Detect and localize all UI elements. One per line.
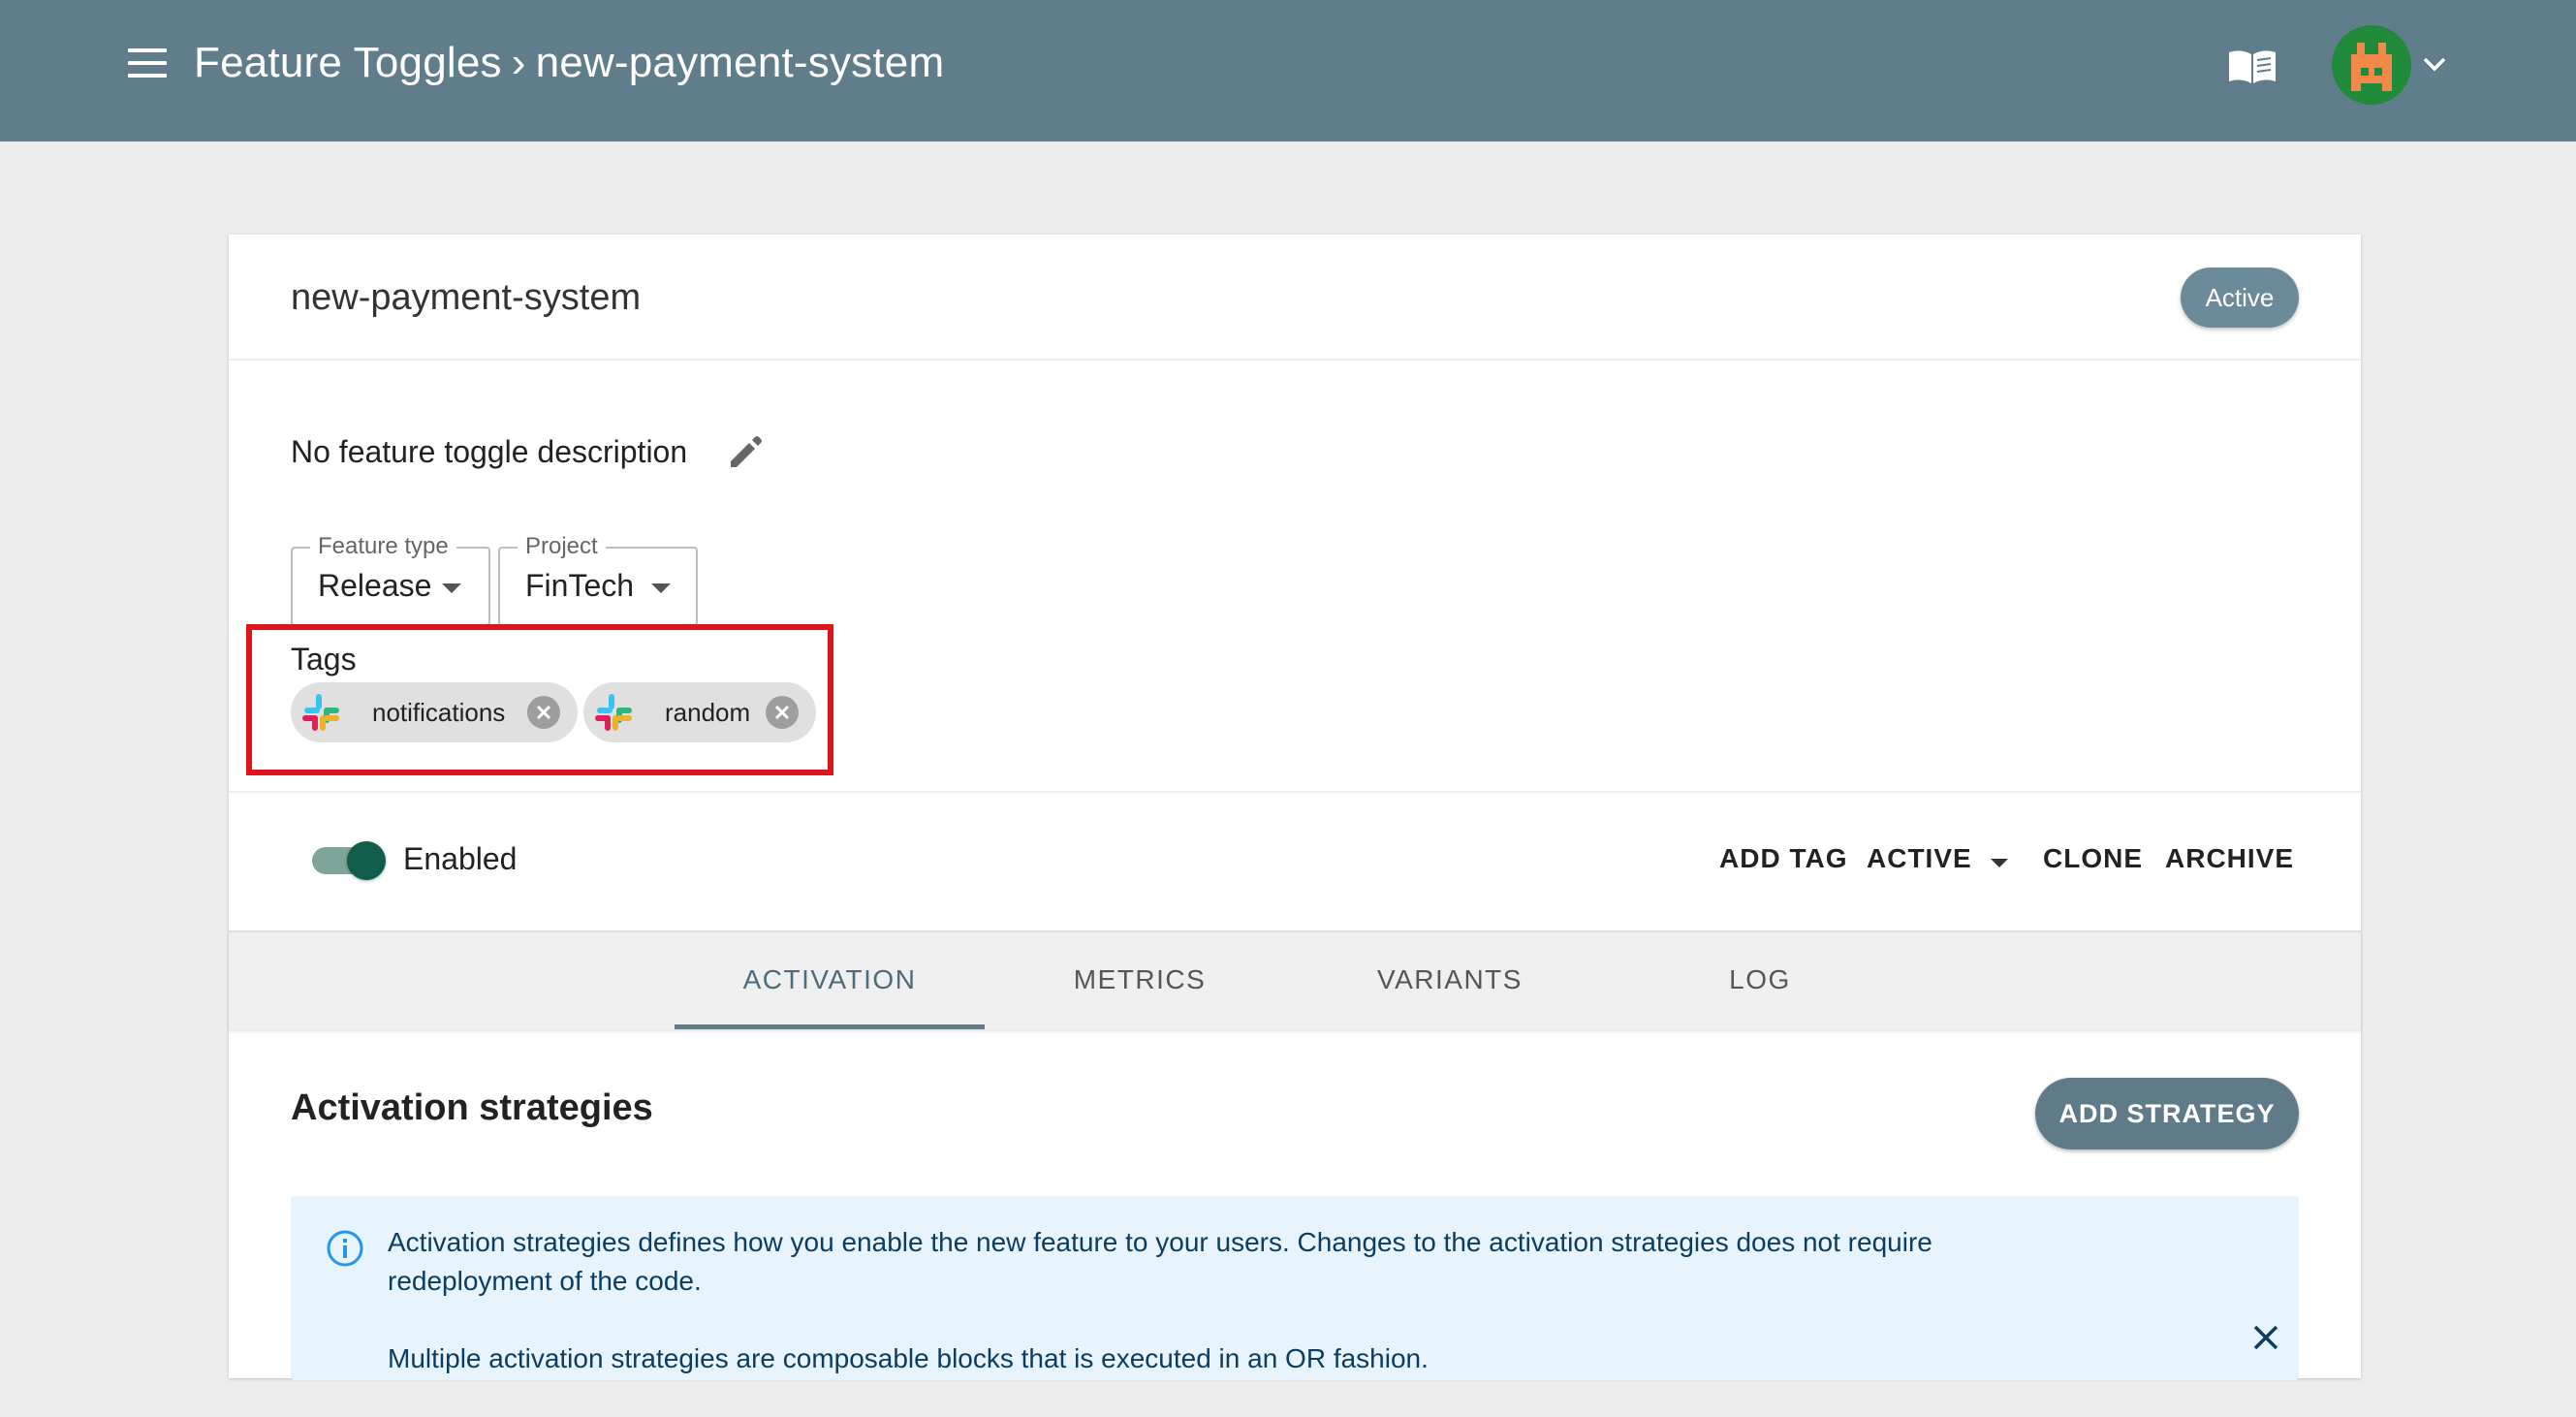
caret-down-icon: [442, 583, 461, 593]
menu-icon[interactable]: [128, 48, 167, 79]
info-line: Activation strategies defines how you en…: [388, 1227, 1932, 1296]
slack-icon: [595, 694, 632, 731]
archive-button[interactable]: ARCHIVE: [2165, 843, 2294, 874]
breadcrumb-current: new-payment-system: [535, 39, 945, 86]
breadcrumb: Feature Toggles › new-payment-system: [194, 39, 944, 87]
project-select[interactable]: Project FinTech: [498, 533, 698, 626]
slack-icon: [302, 694, 339, 731]
project-value: FinTech: [525, 568, 635, 603]
info-text: Activation strategies defines how you en…: [388, 1223, 2035, 1417]
tags-label: Tags: [291, 642, 357, 677]
feature-type-label: Feature type: [310, 533, 456, 560]
feature-description: No feature toggle description: [291, 434, 688, 469]
book-icon[interactable]: [2227, 48, 2278, 85]
info-icon: [327, 1230, 363, 1267]
add-tag-button[interactable]: ADD TAG: [1719, 843, 1847, 874]
add-strategy-button[interactable]: ADD STRATEGY: [2035, 1078, 2299, 1149]
breadcrumb-root[interactable]: Feature Toggles: [194, 39, 502, 86]
tab-bar: ACTIVATION METRICS VARIANTS LOG: [229, 930, 2361, 1029]
feature-type-value: Release: [318, 568, 432, 603]
close-icon[interactable]: [2252, 1324, 2279, 1351]
tag-label: notifications: [372, 698, 506, 727]
tag-chip[interactable]: notifications: [291, 682, 578, 742]
tab-metrics[interactable]: METRICS: [985, 932, 1295, 1027]
tab-variants[interactable]: VARIANTS: [1295, 932, 1605, 1027]
divider: [229, 791, 2361, 793]
remove-tag-icon[interactable]: [527, 696, 560, 729]
feature-card: new-payment-system Active No feature tog…: [229, 235, 2361, 1380]
active-button[interactable]: ACTIVE: [1867, 843, 1972, 874]
feature-type-select[interactable]: Feature type Release: [291, 533, 490, 626]
app-bar: Feature Toggles › new-payment-system: [0, 0, 2576, 142]
enabled-label: Enabled: [403, 841, 518, 876]
avatar[interactable]: [2332, 25, 2411, 105]
section-title: Activation strategies: [291, 1087, 653, 1128]
feature-header: new-payment-system Active: [229, 235, 2361, 361]
tab-log[interactable]: LOG: [1605, 932, 1915, 1027]
tab-activation[interactable]: ACTIVATION: [675, 932, 985, 1029]
caret-down-icon[interactable]: [1991, 859, 2008, 867]
pencil-icon[interactable]: [725, 432, 764, 471]
info-line: Multiple activation strategies are compo…: [388, 1343, 1429, 1373]
info-alert: Activation strategies defines how you en…: [291, 1196, 2299, 1380]
chevron-down-icon[interactable]: [2421, 54, 2448, 74]
status-badge: Active: [2181, 268, 2299, 328]
tag-chip[interactable]: random: [583, 682, 816, 742]
remove-tag-icon[interactable]: [766, 696, 799, 729]
caret-down-icon: [651, 583, 671, 593]
enabled-toggle[interactable]: [312, 841, 386, 880]
feature-name: new-payment-system: [291, 277, 642, 318]
clone-button[interactable]: CLONE: [2043, 843, 2143, 874]
tag-label: random: [665, 698, 751, 727]
breadcrumb-separator: ›: [511, 39, 526, 86]
project-label: Project: [518, 533, 606, 560]
